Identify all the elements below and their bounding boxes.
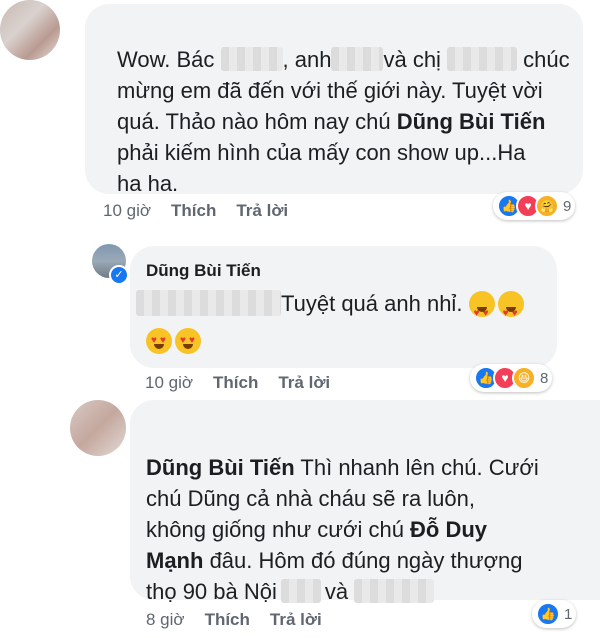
redacted-name — [354, 579, 435, 603]
heart-eyes-emoji: ♥ ♥ — [468, 291, 495, 319]
comment-line-2: chú Dũng cả nhà cháu sẽ ra luôn, — [146, 486, 476, 511]
mention-link[interactable]: Dũng Bùi Tiến — [397, 109, 546, 134]
comment-line-4: phải kiếm hình của mấy con show up...Ha — [117, 140, 526, 165]
reaction-count: 1 — [564, 605, 573, 623]
mention-link[interactable]: Dũng Bùi Tiến — [146, 455, 295, 480]
redacted-mention — [136, 290, 281, 316]
reply-button[interactable]: Trả lời — [236, 201, 288, 221]
heart-eyes-emoji: ♥ ♥ — [175, 328, 201, 354]
comment-line-3: không giống như cưới chú Đỗ Duy — [146, 517, 488, 542]
comment-time[interactable]: 10 giờ — [103, 201, 151, 221]
comment-line-3: quá. Thảo nào hôm nay chú Dũng Bùi Tiến — [117, 109, 546, 134]
comment-line-5: thọ 90 bà Nội và — [146, 576, 596, 607]
reply-actions: 10 giờ Thích Trả lời — [145, 373, 330, 393]
comment-time[interactable]: 10 giờ — [145, 373, 193, 393]
reaction-count: 9 — [563, 197, 572, 215]
comment-text: Dũng Bùi Tiến Thì nhanh lên chú. Cưới ch… — [146, 452, 596, 607]
heart-eyes-emoji: ♥ ♥ — [146, 328, 172, 354]
reaction-count: 8 — [540, 369, 549, 387]
like-button[interactable]: Thích — [205, 610, 250, 630]
heart-eyes-emoji: ♥ ♥ — [497, 291, 524, 319]
commenter-avatar[interactable] — [70, 400, 126, 456]
redacted-name — [447, 47, 518, 71]
like-button[interactable]: Thích — [171, 201, 216, 221]
comment-bubble: Dũng Bùi Tiến Thì nhanh lên chú. Cưới ch… — [130, 400, 600, 604]
comment-text: Wow. Bác , anh và chị chúc mừng em đã đến… — [117, 44, 577, 199]
mention-link[interactable]: Đỗ Duy — [410, 517, 487, 542]
comment-line-1: Dũng Bùi Tiến Thì nhanh lên chú. Cưới — [146, 455, 539, 480]
reply-bubble: Dũng Bùi Tiến Tuyệt quá anh nhỉ. ♥ ♥ ♥ ♥ ♥ ♥… — [130, 246, 557, 368]
reply-text: Tuyệt quá anh nhỉ. ♥ ♥ ♥ ♥ — [136, 288, 546, 319]
comment-actions: 8 giờ Thích Trả lời — [146, 610, 322, 630]
mention-link[interactable]: Mạnh — [146, 548, 203, 573]
verified-badge-icon: ✓ — [109, 265, 129, 285]
commenter-avatar[interactable] — [0, 0, 60, 60]
redacted-name — [331, 47, 384, 71]
reaction-summary[interactable]: 👍 ♥ 🤗 9 — [493, 192, 576, 220]
reaction-summary[interactable]: 👍 ♥ 😆 8 — [470, 364, 553, 392]
haha-icon: 😆 — [512, 366, 536, 390]
care-icon: 🤗 — [535, 194, 559, 218]
comment-actions: 10 giờ Thích Trả lời — [103, 201, 288, 221]
comment-bubble: Wow. Bác , anh và chị chúc mừng em đã đến… — [85, 4, 583, 196]
emoji-row: ♥ ♥ ♥ ♥ — [146, 328, 201, 359]
reply-author-name[interactable]: Dũng Bùi Tiến — [146, 261, 261, 281]
like-button[interactable]: Thích — [213, 373, 258, 393]
comment-time[interactable]: 8 giờ — [146, 610, 185, 630]
reaction-summary[interactable]: 👍 1 — [532, 600, 577, 628]
like-icon: 👍 — [536, 602, 560, 626]
comment-line-2: mừng em đã đến với thế giới này. Tuyệt v… — [117, 78, 543, 103]
reply-button[interactable]: Trả lời — [278, 373, 330, 393]
reply-button[interactable]: Trả lời — [270, 610, 322, 630]
comment-line-1: Wow. Bác , anh và chị chúc — [117, 47, 570, 72]
redacted-name — [220, 47, 283, 71]
redacted-name — [280, 579, 321, 603]
comment-line-4: Mạnh đâu. Hôm đó đúng ngày thượng — [146, 548, 523, 573]
